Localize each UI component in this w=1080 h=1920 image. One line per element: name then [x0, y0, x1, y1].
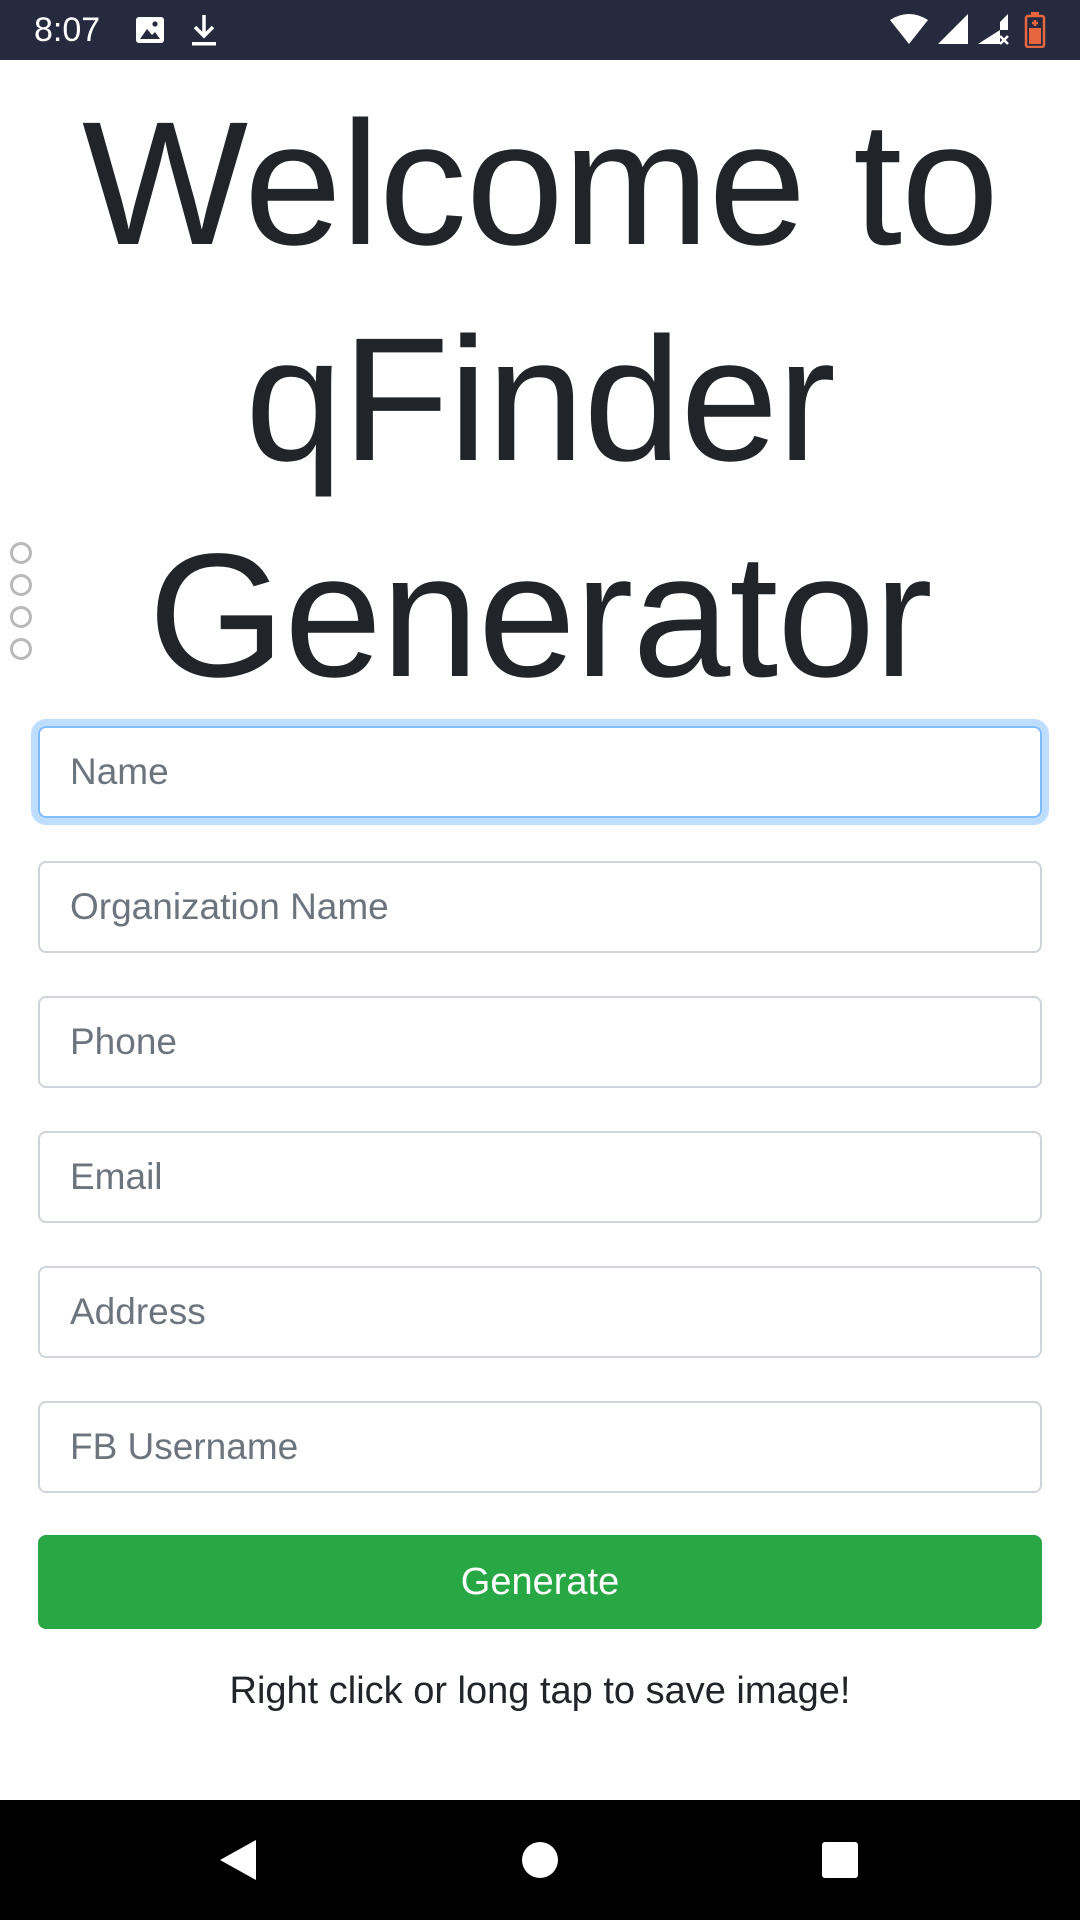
title-line: qFinder [245, 302, 836, 498]
phone-input[interactable] [38, 996, 1042, 1088]
generate-button[interactable]: Generate [38, 1535, 1042, 1629]
signal-no-data-icon [976, 12, 1010, 53]
wifi-icon [888, 12, 930, 53]
app-screen: 8:07 Welcome to qFinder Generator Name O… [0, 0, 1080, 1920]
battery-low-icon [1024, 12, 1046, 53]
download-icon [188, 12, 220, 53]
drag-handle-icon[interactable] [10, 542, 34, 662]
navigation-bar [0, 1800, 1080, 1920]
signal-icon [936, 12, 970, 53]
email-input[interactable] [38, 1131, 1042, 1223]
status-bar: 8:07 [0, 0, 1080, 60]
image-icon [134, 12, 166, 53]
title-line: Generator [148, 518, 932, 714]
organization-name-input[interactable] [38, 861, 1042, 953]
home-icon[interactable] [480, 1800, 600, 1920]
recents-icon[interactable] [780, 1800, 900, 1920]
name-input[interactable] [38, 726, 1042, 818]
back-icon[interactable] [178, 1800, 298, 1920]
fb-username-input[interactable] [38, 1401, 1042, 1493]
page-title: Welcome to qFinder Generator [0, 76, 1080, 724]
save-hint-text: Right click or long tap to save image! [229, 1670, 851, 1712]
status-time: 8:07 [34, 11, 101, 49]
address-input[interactable] [38, 1266, 1042, 1358]
title-line: Welcome to [82, 86, 999, 282]
